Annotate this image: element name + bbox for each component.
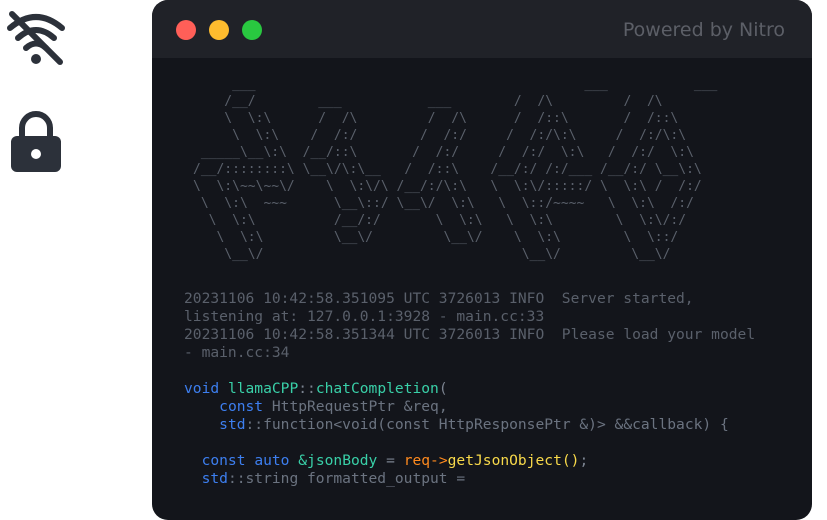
code-call: getJsonObject() (447, 452, 580, 469)
code-namespace: std (219, 416, 246, 433)
code-function: chatCompletion (315, 380, 439, 397)
code-variable: &jsonBody (298, 452, 378, 469)
code-keyword: auto (254, 452, 290, 469)
close-button[interactable] (176, 20, 196, 40)
code-snippet: void llamaCPP::chatCompletion( const Htt… (184, 380, 729, 488)
code-text: ::function<void(const HttpResponsePtr &)… (245, 416, 729, 433)
code-text: HttpRequestPtr &req, (263, 398, 448, 415)
powered-by-label: Powered by Nitro (622, 19, 785, 41)
maximize-button[interactable] (242, 20, 262, 40)
code-scope: :: (298, 380, 316, 397)
code-paren: ( (438, 380, 448, 397)
ascii-logo: ___ ___ ___ /__/ ___ ___ / /\ / /\ \ \:\… (193, 77, 718, 262)
code-keyword: void (184, 380, 220, 397)
title-bar: Powered by Nitro (152, 0, 812, 58)
log-line: 20231106 10:42:58.351095 UTC 3726013 INF… (184, 290, 694, 307)
log-line: 20231106 10:42:58.351344 UTC 3726013 INF… (184, 326, 756, 343)
minimize-button[interactable] (209, 20, 229, 40)
log-line: - main.cc:34 (184, 344, 290, 361)
code-keyword: const (201, 452, 246, 469)
code-keyword: const (219, 398, 264, 415)
server-log: 20231106 10:42:58.351095 UTC 3726013 INF… (184, 290, 755, 362)
terminal-window: Powered by Nitro ___ ___ ___ /__/ ___ __… (152, 0, 812, 520)
log-line: listening at: 127.0.0.1:3928 - main.cc:3… (184, 308, 545, 325)
wifi-off-icon (7, 11, 65, 65)
code-semicolon: ; (579, 452, 589, 469)
code-class: llamaCPP (227, 380, 299, 397)
lock-icon (11, 111, 61, 172)
code-operator: = (377, 452, 404, 469)
code-object: req-> (403, 452, 448, 469)
